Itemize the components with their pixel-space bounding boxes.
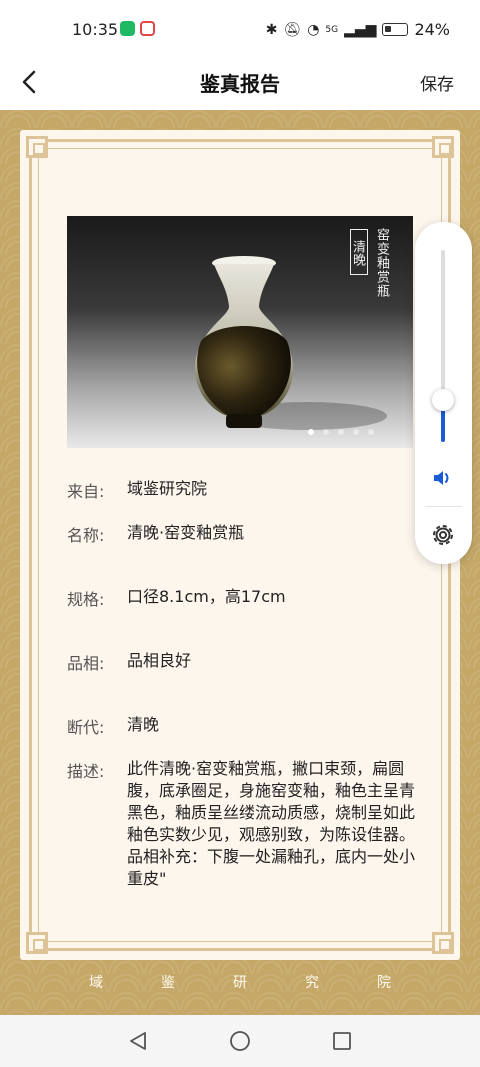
volume-slider-thumb[interactable] xyxy=(432,389,454,411)
square-recents-icon xyxy=(333,1032,351,1050)
footer-char: 鉴 xyxy=(161,975,175,991)
footer-char: 域 xyxy=(89,975,103,991)
carousel-dot[interactable] xyxy=(338,429,344,435)
spec-value: 口径8.1cm，高17cm xyxy=(127,587,286,606)
gear-glyph xyxy=(433,525,453,545)
dating-label: 断代: xyxy=(67,718,105,737)
speaker-glyph xyxy=(434,471,449,485)
status-time: 10:35 xyxy=(72,20,119,39)
carousel-dot[interactable] xyxy=(368,429,374,435)
page-title: 鉴真报告 xyxy=(200,72,280,96)
frame-corner-ornament xyxy=(432,932,454,954)
condition-value: 品相良好 xyxy=(127,651,192,670)
network-type: 5G xyxy=(325,24,339,35)
condition-supplement-text: 品相补充：下腹一处漏釉孔，底内一处小重皮" xyxy=(127,847,416,888)
footer-char: 研 xyxy=(233,975,247,991)
description-text: 此件清晚·窑变釉赏瓶，撇口束颈，扁圆腹，底承圈足，身施窑变釉，釉色主呈青黑色，釉… xyxy=(127,759,416,844)
signal-icon: ▂▄▆ xyxy=(344,21,377,38)
app-notification-icon-2 xyxy=(140,21,155,36)
frame-corner-ornament xyxy=(432,136,454,158)
settings-gear-icon[interactable] xyxy=(430,522,456,548)
carousel-indicator xyxy=(308,429,374,435)
description-label: 描述: xyxy=(67,762,105,781)
save-button[interactable]: 保存 xyxy=(420,70,454,95)
name-label: 名称: xyxy=(67,526,105,545)
system-recents-button[interactable] xyxy=(330,1029,354,1053)
footer-watermark: 域 鉴 研 究 院 xyxy=(0,972,480,992)
description-value: 此件清晚·窑变釉赏瓶，撇口束颈，扁圆腹，底承圈足，身施窑变釉，釉色主呈青黑色，釉… xyxy=(127,758,417,890)
frame-corner-ornament xyxy=(26,932,48,954)
footer-char: 究 xyxy=(305,975,319,991)
source-value: 域鉴研究院 xyxy=(127,479,208,498)
system-back-button[interactable] xyxy=(126,1029,150,1053)
triangle-back-icon xyxy=(130,1032,146,1050)
system-home-button[interactable] xyxy=(228,1029,252,1053)
certificate-paper: 清晚 窑变釉赏瓶 来自: 域鉴研究院 名称: 清晚·窑变釉赏瓶 规格: 口径8.… xyxy=(20,130,460,960)
volume-divider xyxy=(425,506,462,507)
status-indicators: ✱ 🔕︎ ◔ 5G ▂▄▆ 24% xyxy=(266,20,450,39)
volume-panel xyxy=(415,222,472,564)
nav-bar: 鉴真报告 保存 xyxy=(0,60,480,110)
dating-value: 清晚 xyxy=(127,715,160,734)
mute-icon: 🔕︎ xyxy=(283,21,302,38)
status-bar: 10:35 ✱ 🔕︎ ◔ 5G ▂▄▆ 24% xyxy=(0,0,480,60)
carousel-dot[interactable] xyxy=(353,429,359,435)
speaker-icon[interactable] xyxy=(432,468,454,488)
condition-label: 品相: xyxy=(67,654,105,673)
battery-level: 24% xyxy=(414,20,450,39)
bluetooth-icon: ✱ xyxy=(265,21,278,38)
app-notification-icon xyxy=(120,21,135,36)
wifi-icon: ◔ xyxy=(307,21,320,38)
system-nav-bar xyxy=(0,1015,480,1067)
circle-home-icon xyxy=(230,1031,250,1051)
photo-caption: 窑变釉赏瓶 xyxy=(374,228,389,298)
carousel-dot[interactable] xyxy=(308,429,314,435)
battery-icon xyxy=(382,23,409,36)
item-photo-carousel[interactable]: 清晚 窑变釉赏瓶 xyxy=(67,216,413,448)
source-label: 来自: xyxy=(67,482,105,501)
certificate-background: 清晚 窑变釉赏瓶 来自: 域鉴研究院 名称: 清晚·窑变釉赏瓶 规格: 口径8.… xyxy=(0,110,480,1015)
footer-char: 院 xyxy=(377,975,391,991)
name-value: 清晚·窑变釉赏瓶 xyxy=(127,523,245,542)
carousel-dot[interactable] xyxy=(323,429,329,435)
seal-stamp: 清晚 xyxy=(350,229,368,275)
spec-label: 规格: xyxy=(67,590,105,609)
frame-corner-ornament xyxy=(26,136,48,158)
